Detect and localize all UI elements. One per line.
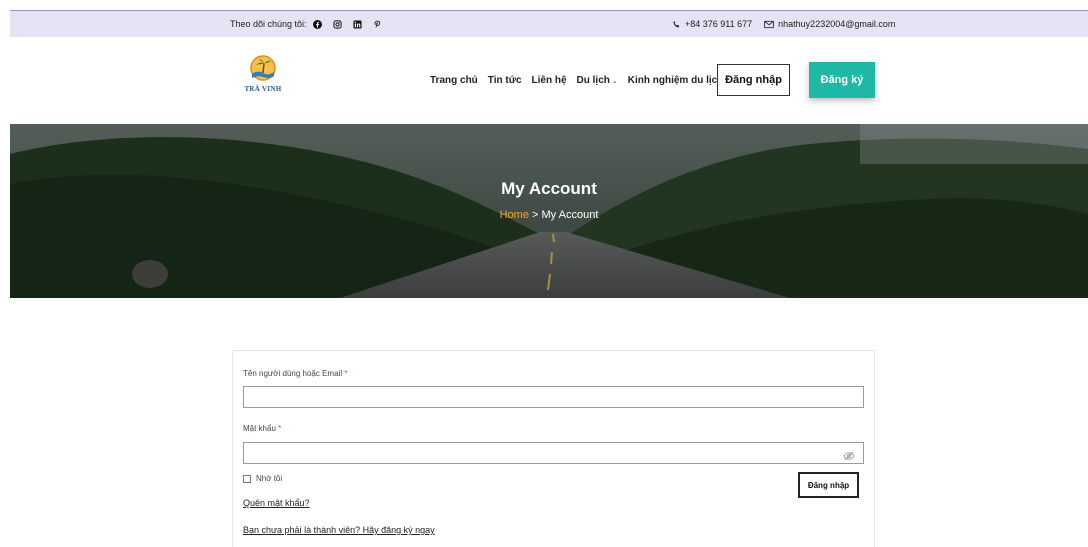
header-register-button[interactable]: Đăng ký [809,62,875,98]
remember-me-label: Nhớ tôi [256,474,283,483]
password-label: Mật khẩu * [243,424,281,433]
remember-me[interactable]: Nhớ tôi [243,474,282,483]
nav-item-travel-tips[interactable]: Kinh nghiệm du lịch [628,75,724,86]
facebook-icon[interactable] [313,19,323,29]
social-follow: Theo dõi chúng tôi: [230,19,393,29]
nav-item-travel-label: Du lịch [576,75,610,86]
linkedin-icon[interactable] [353,19,363,29]
main-nav: Trang chủ Tin tức Liên hệ Du lịch ⌄ Kinh… [430,75,733,86]
mail-icon [764,20,774,29]
username-label-text: Tên người dùng hoặc Email [243,369,343,378]
phone-icon [672,20,681,29]
page-title: My Account [501,179,597,198]
logo-text: TRÀ VINH [244,85,282,93]
email-address[interactable]: nhathuy2232004@gmail.com [778,19,895,29]
instagram-icon[interactable] [333,19,343,29]
logo-emblem-icon [250,55,276,81]
password-input[interactable] [243,442,864,464]
username-label: Tên người dùng hoặc Email * [243,369,347,378]
page-banner: My Account Home > My Account [10,124,1088,298]
nav-item-contact[interactable]: Liên hệ [532,75,567,86]
follow-label: Theo dõi chúng tôi: [230,19,307,29]
header-login-button[interactable]: Đăng nhập [717,64,790,96]
nav-item-news[interactable]: Tin tức [488,75,522,86]
required-mark: * [278,424,282,433]
breadcrumb-current: My Account [541,209,599,221]
site-logo[interactable]: TRÀ VINH [232,50,294,110]
breadcrumb-home-link[interactable]: Home [500,209,529,221]
pinterest-icon[interactable] [373,19,383,29]
password-label-text: Mật khẩu [243,424,276,433]
login-form: Tên người dùng hoặc Email * Mật khẩu * N… [232,350,875,547]
login-submit-button[interactable]: Đăng nhập [798,472,859,498]
breadcrumb-separator: > [532,209,539,221]
required-mark: * [344,369,348,378]
phone-number[interactable]: +84 376 911 677 [685,19,752,29]
chevron-down-icon: ⌄ [611,77,618,85]
nav-item-home[interactable]: Trang chủ [430,75,478,86]
top-bar: Theo dõi chúng tôi: +84 376 911 677 nhat… [10,10,1088,37]
remember-me-checkbox[interactable] [243,474,251,483]
eye-slash-icon[interactable] [843,448,855,461]
contact-info: +84 376 911 677 nhathuy2232004@gmail.com [672,19,895,29]
forgot-password-link[interactable]: Quên mật khẩu? [243,498,310,508]
nav-item-travel[interactable]: Du lịch ⌄ [577,75,618,86]
register-now-link[interactable]: Bạn chưa phải là thành viên? Hãy đăng ký… [243,525,435,535]
username-input[interactable] [243,386,864,408]
breadcrumb: Home > My Account [10,209,1088,221]
site-header: TRÀ VINH Trang chủ Tin tức Liên hệ Du lị… [0,38,1088,124]
